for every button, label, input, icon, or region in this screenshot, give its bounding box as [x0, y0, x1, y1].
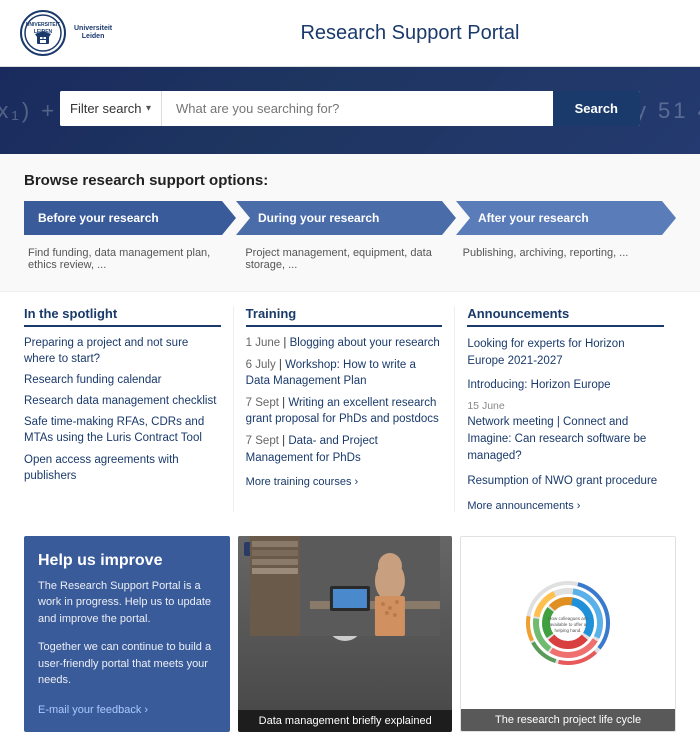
- lifecycle-card[interactable]: How colleagues are available to offer a …: [460, 536, 676, 732]
- lifecycle-caption: The research project life cycle: [461, 709, 675, 731]
- training-date-4: 7 Sept: [246, 435, 279, 447]
- content-columns: In the spotlight Preparing a project and…: [0, 291, 700, 526]
- phase-during[interactable]: During your research: [236, 201, 456, 235]
- page-header: UNIVERSITEIT LEIDEN Universiteit Leiden …: [0, 0, 700, 67]
- training-title: Training: [246, 306, 443, 327]
- spotlight-title: In the spotlight: [24, 306, 221, 327]
- spotlight-link-3[interactable]: Research data management checklist: [24, 393, 221, 409]
- ann-link-4[interactable]: Resumption of NWO grant procedure: [467, 475, 657, 487]
- lifecycle-chart: How colleagues are available to offer a …: [461, 537, 675, 709]
- lifecycle-donut-svg: How colleagues are available to offer a …: [523, 578, 613, 668]
- chevron-down-icon: ▾: [146, 103, 151, 114]
- help-card-title: Help us improve: [38, 552, 216, 570]
- ann-item-4: Resumption of NWO grant procedure: [467, 472, 664, 489]
- spotlight-link-2[interactable]: Research funding calendar: [24, 372, 221, 388]
- filter-select[interactable]: Filter search All Topics Tools Events: [70, 93, 142, 124]
- browse-title: Browse research support options:: [24, 172, 676, 189]
- filter-dropdown[interactable]: Filter search All Topics Tools Events ▾: [60, 91, 162, 126]
- ann-link-1[interactable]: Looking for experts for Horizon Europe 2…: [467, 338, 624, 367]
- phase-desc-after: Publishing, archiving, reporting, ...: [459, 243, 676, 275]
- more-training-link[interactable]: More training courses ›: [246, 476, 359, 488]
- page-title: Research Support Portal: [140, 22, 680, 45]
- training-item-4: 7 Sept | Data- and Project Management fo…: [246, 433, 443, 465]
- video-thumbnail[interactable]: Datamanagement: [238, 536, 452, 710]
- help-card-feedback-link[interactable]: E-mail your feedback ›: [38, 704, 148, 716]
- announcements-title: Announcements: [467, 306, 664, 327]
- search-button[interactable]: Search: [553, 91, 640, 126]
- training-item-2: 6 July | Workshop: How to write a Data M…: [246, 357, 443, 389]
- ann-link-3[interactable]: Network meeting | Connect and Imagine: C…: [467, 416, 646, 462]
- ann-link-2[interactable]: Introducing: Horizon Europe: [467, 379, 610, 391]
- help-card-text2: Together we can continue to build a user…: [38, 639, 216, 689]
- search-bar: Filter search All Topics Tools Events ▾ …: [60, 91, 640, 126]
- spotlight-link-4[interactable]: Safe time-making RFAs, CDRs and MTAs usi…: [24, 414, 221, 446]
- training-date-1: 1 June: [246, 337, 281, 349]
- more-announcements-link[interactable]: More announcements ›: [467, 500, 580, 512]
- phase-desc-during: Project management, equipment, data stor…: [241, 243, 458, 275]
- svg-text:How colleagues are: How colleagues are: [548, 616, 588, 621]
- bottom-cards: Help us improve The Research Support Por…: [0, 526, 700, 746]
- phase-before[interactable]: Before your research: [24, 201, 236, 235]
- help-card-text1: The Research Support Portal is a work in…: [38, 578, 216, 628]
- help-card: Help us improve The Research Support Por…: [24, 536, 230, 732]
- video-bg-svg: [238, 536, 452, 636]
- logo-area: UNIVERSITEIT LEIDEN Universiteit Leiden: [20, 10, 140, 56]
- spotlight-link-5[interactable]: Open access agreements with publishers: [24, 452, 221, 484]
- phase-descriptions: Find funding, data management plan, ethi…: [24, 243, 676, 275]
- hero-banner: ƒ(x₁) + ƒ(x₁) · ₁ 3200 + ƒ12 = 62 + 3·ƒ1…: [0, 67, 700, 154]
- svg-text:helping hand.: helping hand.: [555, 628, 582, 633]
- announcements-column: Announcements Looking for experts for Ho…: [455, 306, 676, 512]
- video-card[interactable]: Datamanagement: [238, 536, 452, 732]
- spotlight-column: In the spotlight Preparing a project and…: [24, 306, 234, 512]
- logo-text: Universiteit Leiden: [74, 25, 112, 42]
- spotlight-link-1[interactable]: Preparing a project and not sure where t…: [24, 335, 221, 367]
- ann-item-3: 15 June Network meeting | Connect and Im…: [467, 400, 664, 464]
- ann-item-2: Introducing: Horizon Europe: [467, 376, 664, 393]
- training-link-1[interactable]: Blogging about your research: [290, 337, 440, 349]
- training-item-1: 1 June | Blogging about your research: [246, 335, 443, 351]
- training-column: Training 1 June | Blogging about your re…: [234, 306, 456, 512]
- training-item-3: 7 Sept | Writing an excellent research g…: [246, 395, 443, 427]
- training-date-2: 6 July: [246, 359, 276, 371]
- browse-section: Browse research support options: Before …: [0, 154, 700, 291]
- training-date-3: 7 Sept: [246, 397, 279, 409]
- search-input[interactable]: [162, 91, 553, 126]
- ann-date-3: 15 June: [467, 400, 664, 412]
- video-caption: Data management briefly explained: [238, 710, 452, 732]
- logo-svg: UNIVERSITEIT LEIDEN: [23, 13, 63, 53]
- ann-item-1: Looking for experts for Horizon Europe 2…: [467, 335, 664, 369]
- university-logo: UNIVERSITEIT LEIDEN: [20, 10, 66, 56]
- svg-text:UNIVERSITEIT: UNIVERSITEIT: [26, 22, 60, 28]
- svg-text:available to offer a: available to offer a: [550, 622, 587, 627]
- phase-after[interactable]: After your research: [456, 201, 676, 235]
- phase-arrows: Before your research During your researc…: [24, 201, 676, 235]
- phase-desc-before: Find funding, data management plan, ethi…: [24, 243, 241, 275]
